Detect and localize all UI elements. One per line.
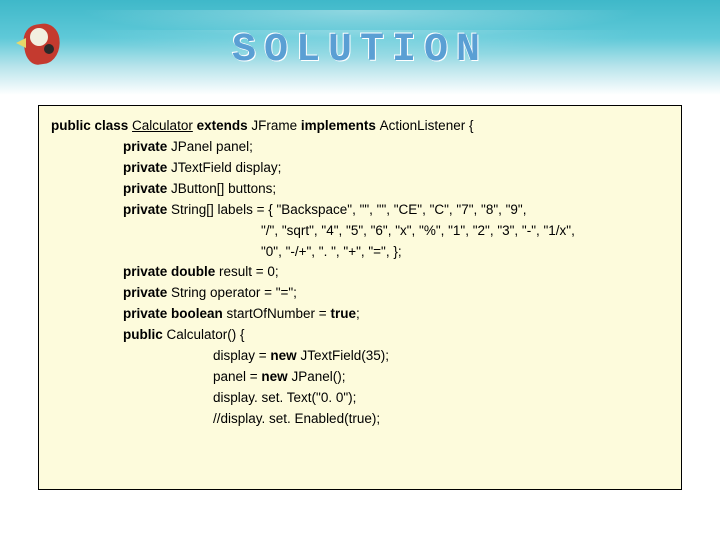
slide-title: SOLUTION xyxy=(0,28,720,73)
code-block: public class Calculator extends JFrame i… xyxy=(38,105,682,490)
